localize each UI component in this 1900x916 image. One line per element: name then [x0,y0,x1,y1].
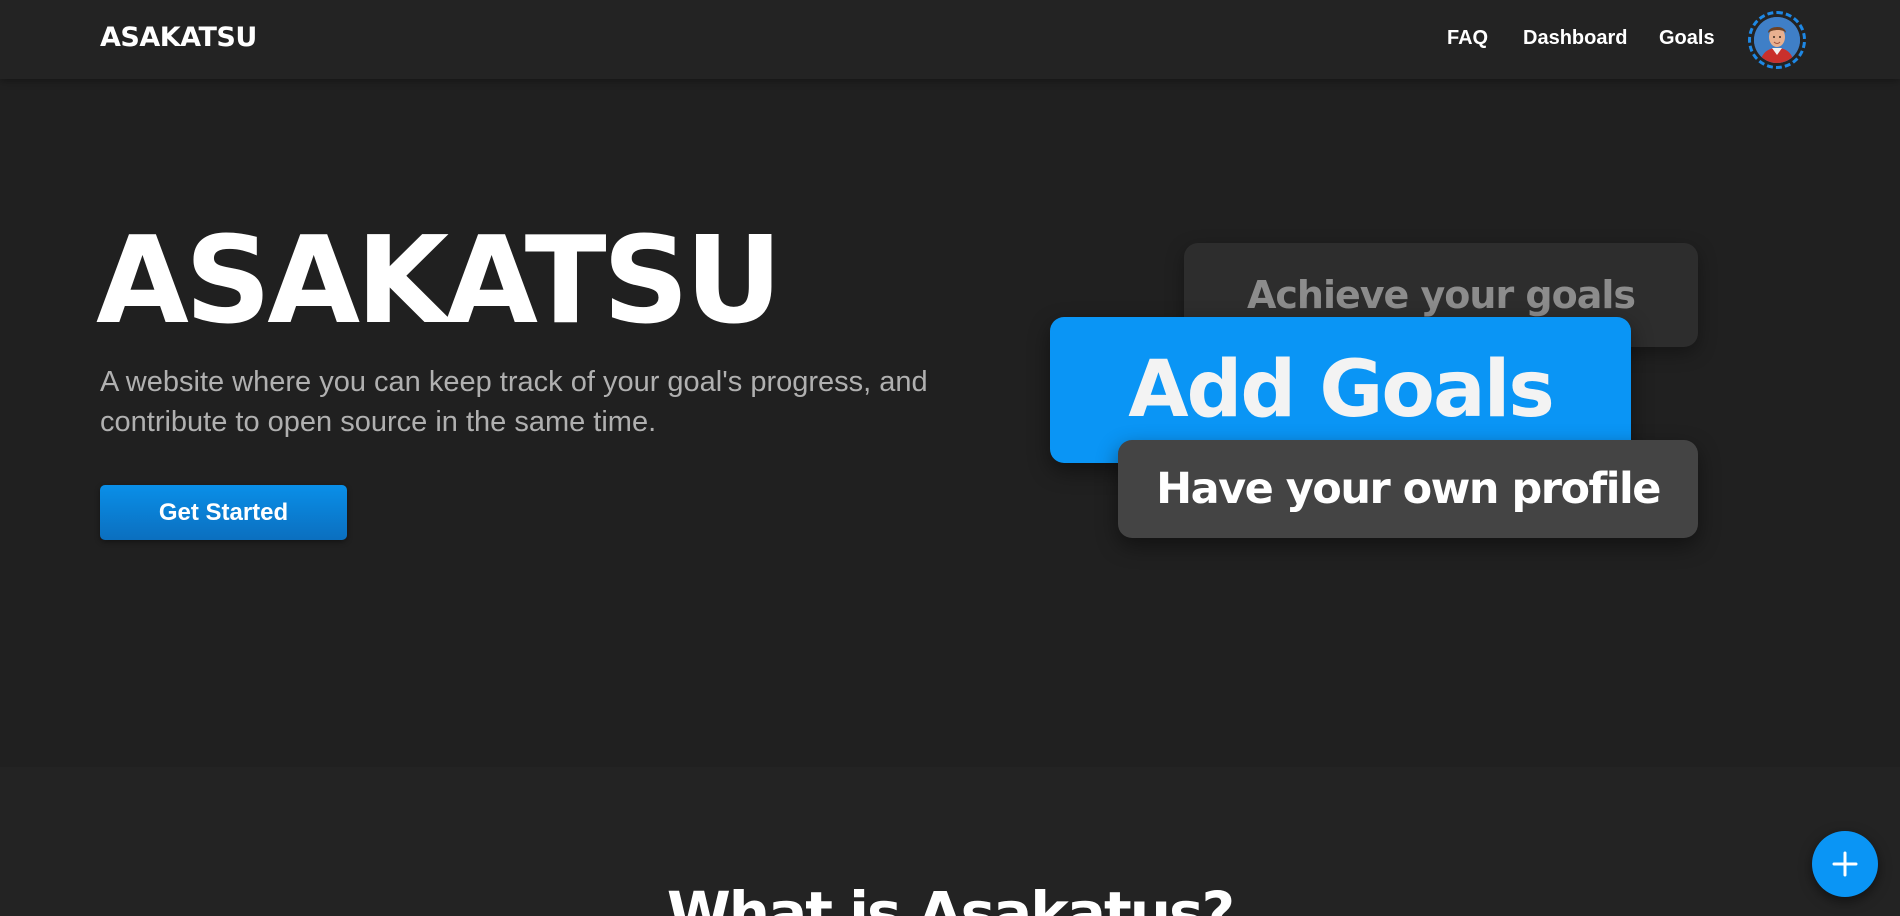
feature-card-own-profile: Have your own profile [1118,440,1698,538]
navbar: ASAKATSU FAQ Dashboard Goals [0,0,1900,79]
hero-description: A website where you can keep track of yo… [100,366,928,438]
plus-icon [1832,851,1858,877]
avatar-image [1754,17,1800,63]
section-heading: What is Asakatus? [666,879,1235,916]
nav-link-faq[interactable]: FAQ [1447,27,1488,50]
user-avatar[interactable] [1748,11,1806,69]
get-started-button[interactable]: Get Started [100,485,347,540]
hero-title: ASAKATSU [96,212,782,351]
nav-link-goals[interactable]: Goals [1659,27,1715,50]
avatar-portrait-icon [1754,17,1800,63]
what-is-section: What is Asakatus? [0,767,1900,916]
hero-section: ASAKATSU A website where you can keep tr… [0,79,1900,767]
nav-links: FAQ Dashboard Goals [0,27,1900,57]
add-goal-fab[interactable] [1812,831,1878,897]
nav-link-dashboard[interactable]: Dashboard [1523,27,1627,50]
